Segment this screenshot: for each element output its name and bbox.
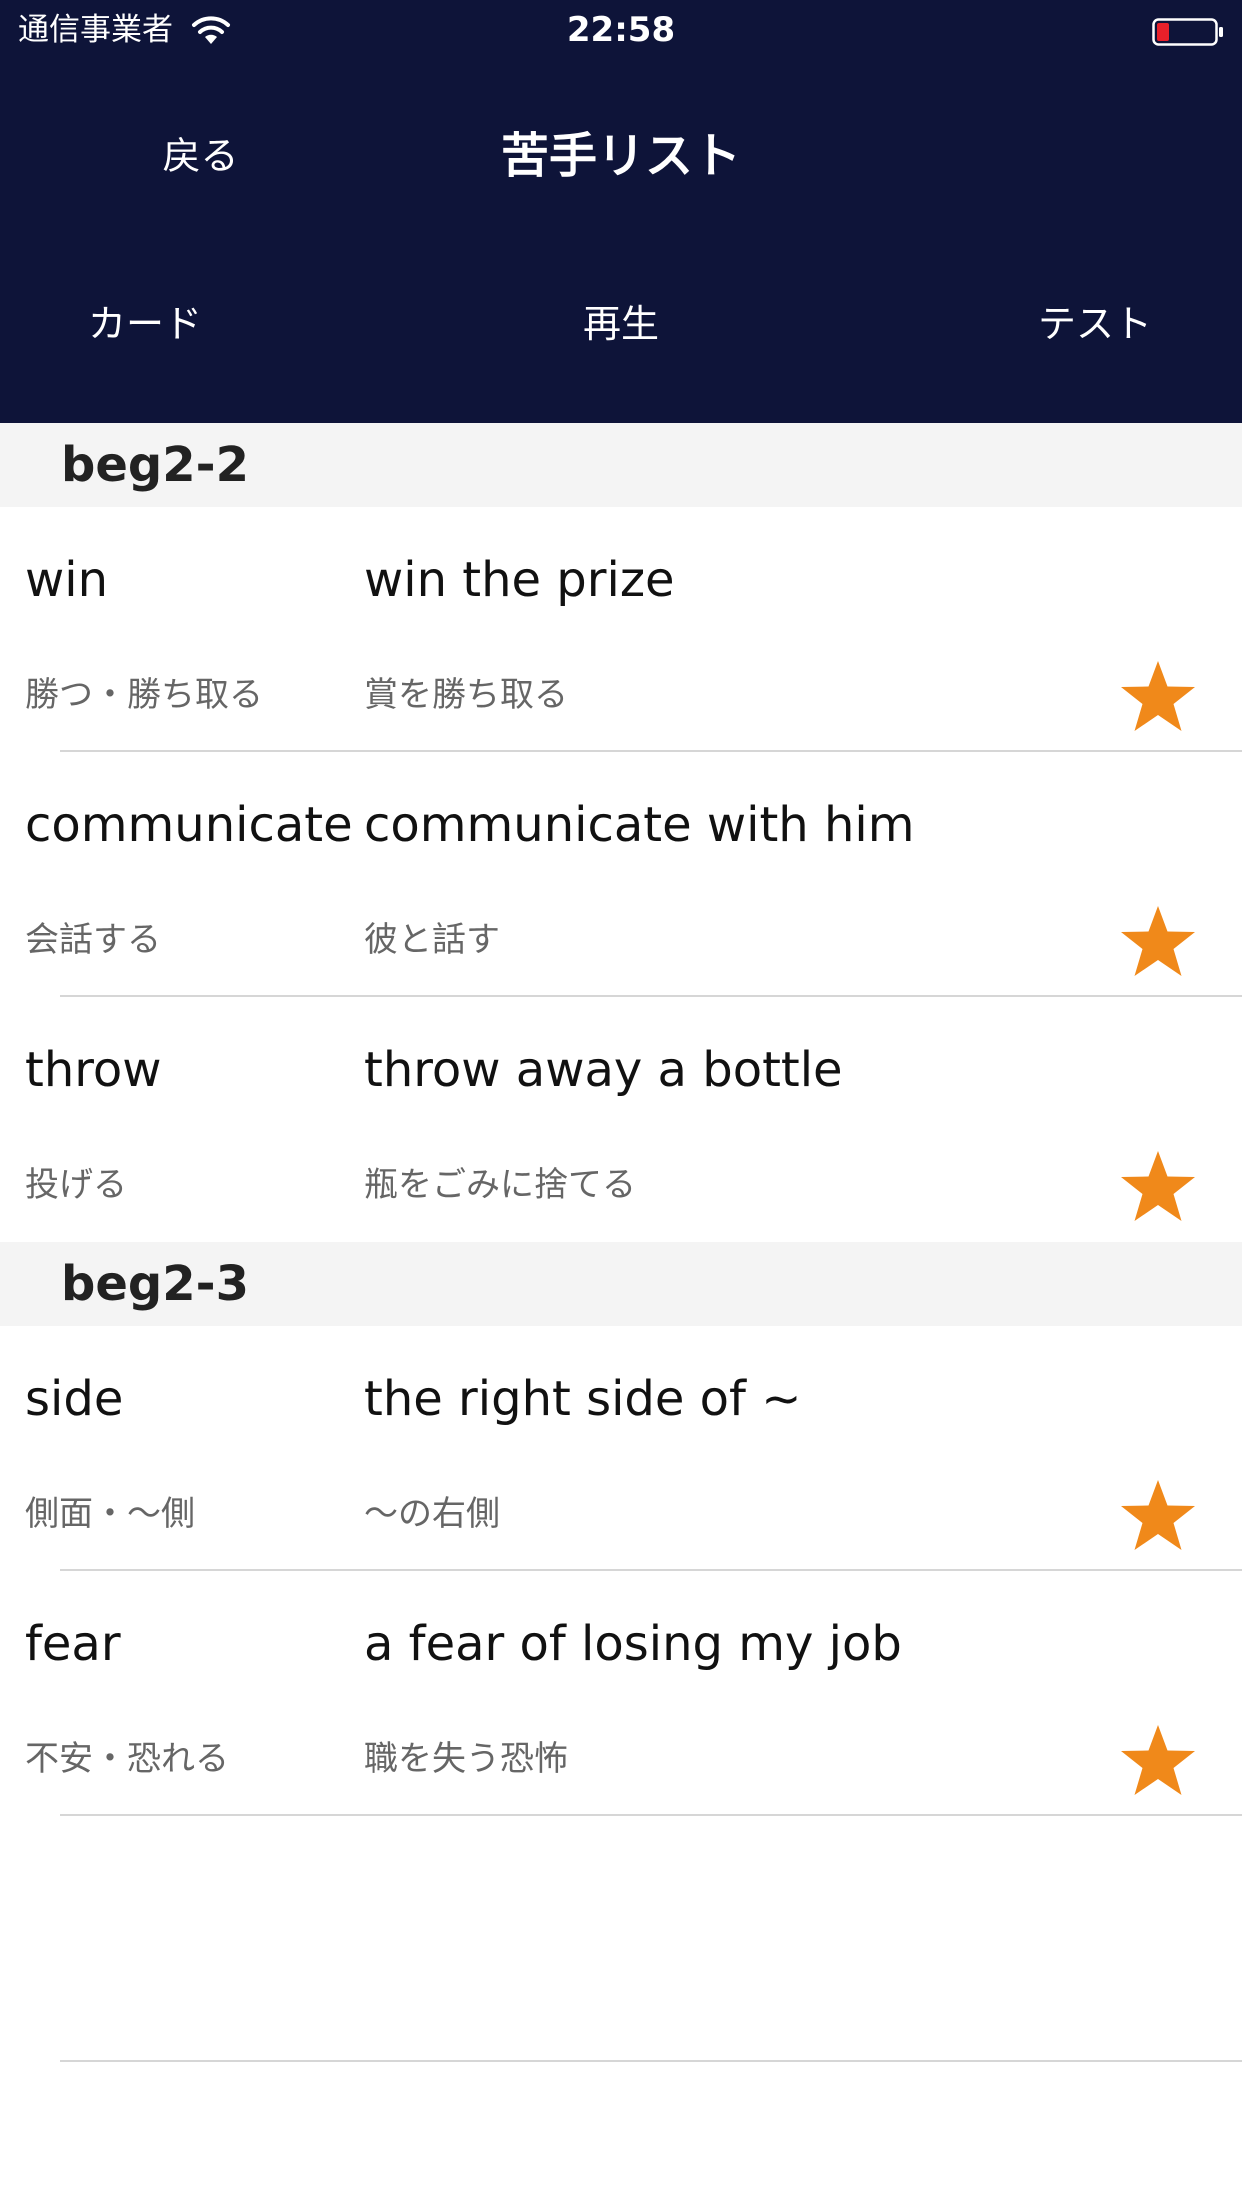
example-phrase: throw away a bottle	[364, 1042, 843, 1098]
list-item[interactable]: communicate communicate with him 会話する 彼と…	[0, 752, 1242, 997]
row-divider	[60, 1814, 1242, 1816]
list-item[interactable]: fear a fear of losing my job 不安・恐れる 職を失う…	[0, 1571, 1242, 1816]
star-icon[interactable]	[1118, 1478, 1198, 1554]
star-icon[interactable]	[1118, 1149, 1198, 1225]
phrase-meaning: 瓶をごみに捨てる	[364, 1165, 636, 1205]
play-button[interactable]: 再生	[540, 296, 702, 352]
word: communicate	[25, 797, 353, 853]
example-phrase: a fear of losing my job	[364, 1616, 902, 1672]
word-meaning: 会話する	[25, 920, 161, 960]
word: side	[25, 1371, 124, 1427]
word-meaning: 投げる	[25, 1165, 127, 1205]
word-meaning: 不安・恐れる	[25, 1739, 229, 1779]
list-item[interactable]: throw throw away a bottle 投げる 瓶をごみに捨てる	[0, 997, 1242, 1242]
example-phrase: win the prize	[364, 552, 675, 608]
word: fear	[25, 1616, 121, 1672]
phrase-meaning: 彼と話す	[364, 920, 500, 960]
star-icon[interactable]	[1118, 904, 1198, 980]
word-meaning: 勝つ・勝ち取る	[25, 675, 263, 715]
list-item[interactable]: win win the prize 勝つ・勝ち取る 賞を勝ち取る	[0, 507, 1242, 752]
section-header: beg2-2	[0, 423, 1242, 507]
card-mode-button[interactable]: カード	[60, 296, 230, 352]
word: win	[25, 552, 109, 608]
section-header: beg2-3	[0, 1242, 1242, 1326]
word: throw	[25, 1042, 162, 1098]
battery-low-icon	[1152, 18, 1223, 46]
test-button[interactable]: テスト	[1010, 296, 1180, 352]
back-button[interactable]: 戻る	[118, 128, 283, 184]
word-meaning: 側面・〜側	[25, 1494, 195, 1534]
phrase-meaning: 職を失う恐怖	[364, 1739, 568, 1779]
phrase-meaning: 〜の右側	[364, 1494, 500, 1534]
example-phrase: communicate with him	[364, 797, 915, 853]
list-item[interactable]: side the right side of ~ 側面・〜側 〜の右側	[0, 1326, 1242, 1571]
status-time: 22:58	[566, 10, 676, 50]
phrase-meaning: 賞を勝ち取る	[364, 675, 568, 715]
app-header: 通信事業者 22:58 戻る 苦手リスト カード 再生 テスト	[0, 0, 1242, 423]
star-icon[interactable]	[1118, 1723, 1198, 1799]
example-phrase: the right side of ~	[364, 1371, 802, 1427]
section-title: beg2-2	[61, 437, 249, 493]
empty-row-divider	[60, 2060, 1242, 2062]
status-bar: 通信事業者 22:58	[0, 0, 1242, 60]
star-icon[interactable]	[1118, 659, 1198, 735]
section-title: beg2-3	[61, 1256, 249, 1312]
